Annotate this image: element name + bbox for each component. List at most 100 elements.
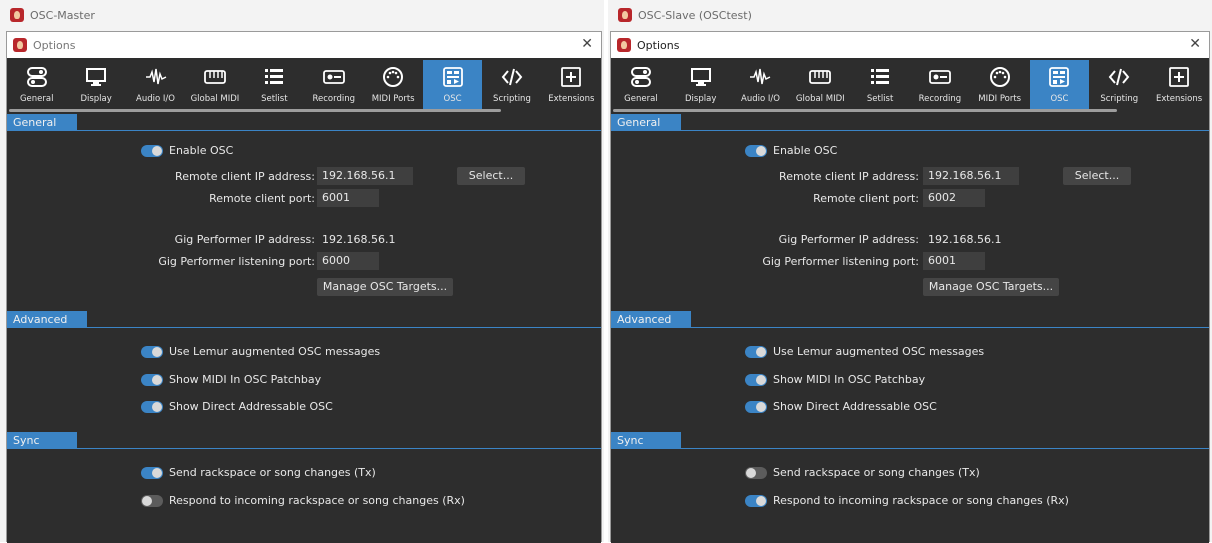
tab-label: OSC	[443, 94, 462, 104]
general-section-title: General	[611, 114, 681, 131]
advanced-section-title: Advanced	[611, 311, 691, 328]
gp-port-input[interactable]: 6001	[923, 252, 985, 270]
advanced-section-title: Advanced	[7, 311, 87, 328]
send-changes-row: Send rackspace or song changes (Tx)	[745, 466, 980, 479]
remote-port-input[interactable]: 6001	[317, 189, 379, 207]
tab-general[interactable]: General	[7, 60, 66, 112]
window-titlebar: OSC-Slave (OSCtest)	[608, 0, 1212, 30]
tab-scripting[interactable]: Scripting	[1089, 60, 1149, 112]
plus-box-icon	[1168, 64, 1190, 90]
remote-port-input[interactable]: 6002	[923, 189, 985, 207]
direct-addressable-osc-toggle[interactable]	[141, 400, 163, 413]
options-dialog: Options ✕ General Display Audio I/O Global …	[6, 31, 602, 543]
tab-extensions[interactable]: Extensions	[1149, 60, 1209, 112]
tab-display[interactable]: Display	[671, 60, 731, 112]
keyboard-icon	[203, 64, 227, 90]
enable-osc-toggle[interactable]	[141, 144, 163, 157]
dialog-title: Options	[33, 38, 76, 52]
respond-changes-toggle[interactable]	[745, 494, 767, 507]
tab-label: Global MIDI	[795, 94, 845, 104]
remote-ip-input[interactable]: 192.168.56.1	[317, 167, 413, 185]
midi-in-patchbay-toggle[interactable]	[745, 373, 767, 386]
toggles-icon	[630, 64, 652, 90]
remote-ip-input[interactable]: 192.168.56.1	[923, 167, 1019, 185]
direct-addressable-osc-label: Show Direct Addressable OSC	[169, 400, 333, 413]
window-title: OSC-Master	[30, 8, 95, 22]
tab-scripting[interactable]: Scripting	[482, 60, 541, 112]
list-icon	[869, 64, 891, 90]
tab-audio-i-o[interactable]: Audio I/O	[731, 60, 791, 112]
direct-addressable-osc-row: Show Direct Addressable OSC	[745, 400, 937, 413]
tab-setlist[interactable]: Setlist	[245, 60, 304, 112]
lemur-osc-row: Use Lemur augmented OSC messages	[745, 345, 984, 358]
tab-general[interactable]: General	[611, 60, 671, 112]
tab-extensions[interactable]: Extensions	[542, 60, 601, 112]
options-dialog: Options ✕ General Display Audio I/O Global …	[610, 31, 1210, 543]
general-section-header: General	[611, 114, 1209, 131]
options-toolbar: General Display Audio I/O Global MIDI Setlis…	[7, 58, 601, 112]
enable-osc-toggle[interactable]	[745, 144, 767, 157]
general-section-header: General	[7, 114, 601, 131]
select-button[interactable]: Select...	[1063, 167, 1131, 185]
close-icon[interactable]: ✕	[1189, 36, 1201, 52]
lemur-osc-toggle[interactable]	[745, 345, 767, 358]
select-button[interactable]: Select...	[457, 167, 525, 185]
lemur-osc-row: Use Lemur augmented OSC messages	[141, 345, 380, 358]
tab-recording[interactable]: Recording	[304, 60, 363, 112]
tab-label: Scripting	[493, 94, 531, 104]
list-icon	[263, 64, 285, 90]
midi-in-patchbay-row: Show MIDI In OSC Patchbay	[141, 373, 321, 386]
send-changes-toggle[interactable]	[141, 466, 163, 479]
slave-window: OSC-Slave (OSCtest) Options ✕ General Dis…	[608, 0, 1212, 543]
tab-midi-ports[interactable]: MIDI Ports	[970, 60, 1030, 112]
send-changes-toggle[interactable]	[745, 466, 767, 479]
tab-label: Global MIDI	[190, 94, 240, 104]
record-icon	[928, 64, 952, 90]
midi-in-patchbay-row: Show MIDI In OSC Patchbay	[745, 373, 925, 386]
direct-addressable-osc-toggle[interactable]	[745, 400, 767, 413]
dialog-title: Options	[637, 38, 680, 52]
tab-label: MIDI Ports	[978, 94, 1022, 104]
midi-in-patchbay-toggle[interactable]	[141, 373, 163, 386]
send-changes-label: Send rackspace or song changes (Tx)	[773, 466, 980, 479]
tab-audio-i-o[interactable]: Audio I/O	[126, 60, 185, 112]
tab-osc[interactable]: OSC	[422, 60, 483, 112]
respond-changes-toggle[interactable]	[141, 494, 163, 507]
toggles-icon	[26, 64, 48, 90]
tab-label: Display	[80, 94, 112, 104]
tab-label: Extensions	[1155, 94, 1203, 104]
tab-recording[interactable]: Recording	[910, 60, 970, 112]
gp-ip-value: 192.168.56.1	[928, 233, 1002, 246]
advanced-section-header: Advanced	[7, 311, 601, 328]
close-icon[interactable]: ✕	[581, 36, 593, 52]
gig-performer-app-icon	[618, 8, 632, 22]
manage-osc-targets-button[interactable]: Manage OSC Targets...	[317, 278, 453, 296]
tab-midi-ports[interactable]: MIDI Ports	[363, 60, 422, 112]
respond-changes-label: Respond to incoming rackspace or song ch…	[169, 494, 465, 507]
gp-port-input[interactable]: 6000	[317, 252, 379, 270]
lemur-osc-toggle[interactable]	[141, 345, 163, 358]
dialog-titlebar: Options ✕	[611, 32, 1209, 58]
osc-icon	[1048, 64, 1070, 90]
tab-setlist[interactable]: Setlist	[850, 60, 910, 112]
tab-display[interactable]: Display	[66, 60, 125, 112]
plus-box-icon	[560, 64, 582, 90]
tab-label: Scripting	[1100, 94, 1139, 104]
enable-osc-label: Enable OSC	[169, 144, 234, 157]
lemur-osc-label: Use Lemur augmented OSC messages	[169, 345, 381, 358]
tab-osc[interactable]: OSC	[1029, 60, 1090, 112]
tab-label: Recording	[918, 94, 962, 104]
tab-global-midi[interactable]: Global MIDI	[185, 60, 244, 112]
osc-icon	[442, 64, 464, 90]
respond-changes-label: Respond to incoming rackspace or song ch…	[773, 494, 1069, 507]
tab-label: Setlist	[261, 94, 288, 104]
window-titlebar: OSC-Master	[0, 0, 604, 30]
tab-global-midi[interactable]: Global MIDI	[790, 60, 850, 112]
code-icon	[1108, 64, 1130, 90]
midi-in-patchbay-label: Show MIDI In OSC Patchbay	[773, 373, 926, 386]
lemur-osc-label: Use Lemur augmented OSC messages	[773, 345, 985, 358]
manage-osc-targets-button[interactable]: Manage OSC Targets...	[923, 278, 1059, 296]
remote-ip-label: Remote client IP address:	[779, 170, 919, 183]
dialog-titlebar: Options ✕	[7, 32, 601, 58]
midi-port-icon	[382, 64, 404, 90]
